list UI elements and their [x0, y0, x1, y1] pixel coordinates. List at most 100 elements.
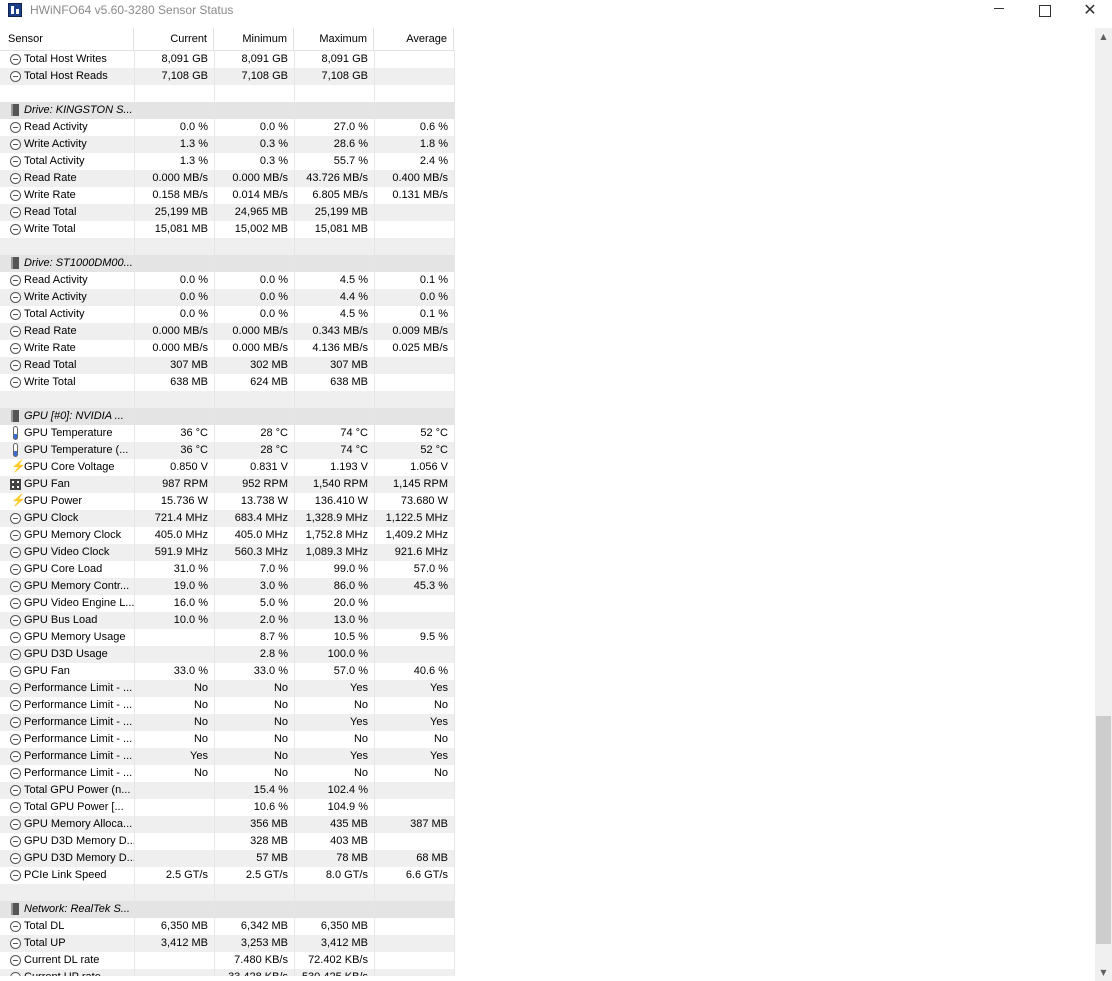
sensor-row[interactable]: GPU Temperature (... 36 °C 28 °C 74 °C 52 °C [0, 442, 455, 459]
sensor-name: Current DL rate [24, 954, 100, 966]
maximum-value: 1,328.9 MHz [305, 512, 368, 524]
sensor-name: Read Activity [24, 121, 88, 133]
column-header-maximum[interactable]: Maximum [294, 28, 374, 50]
column-divider [374, 51, 375, 976]
sensor-row[interactable]: Read Activity 0.0 % 0.0 % 27.0 % 0.6 % [0, 119, 455, 136]
column-divider [214, 51, 215, 976]
maximum-value: 74 °C [340, 444, 368, 456]
sensor-row[interactable]: Performance Limit - ... No No No No [0, 765, 455, 782]
sensor-row[interactable]: Write Total 638 MB 624 MB 638 MB [0, 374, 455, 391]
average-value: 52 °C [420, 444, 448, 456]
sensor-row[interactable]: GPU Memory Alloca... 356 MB 435 MB 387 MB [0, 816, 455, 833]
section-header-row[interactable]: Network: RealTek S... [0, 901, 455, 918]
scrollbar-thumb[interactable] [1096, 716, 1111, 944]
average-value: 57.0 % [413, 563, 448, 575]
minimize-button[interactable] [976, 0, 1022, 22]
average-value [374, 918, 454, 935]
sensor-row[interactable]: Read Total 25,199 MB 24,965 MB 25,199 MB [0, 204, 455, 221]
sensor-row[interactable]: GPU Video Clock 591.9 MHz 560.3 MHz 1,089.3… [0, 544, 455, 561]
minimum-value: 0.3 % [259, 138, 288, 150]
average-value: Yes [430, 750, 448, 762]
window-title: HWiNFO64 v5.60-3280 Sensor Status [30, 3, 234, 17]
sensor-name: GPU Core Voltage [24, 461, 115, 473]
sensor-row[interactable]: Total UP 3,412 MB 3,253 MB 3,412 MB [0, 935, 455, 952]
sensor-row[interactable]: Write Activity 1.3 % 0.3 % 28.6 % 1.8 % [0, 136, 455, 153]
sensor-row[interactable]: Write Rate 0.000 MB/s 0.000 MB/s 4.136 MB/s… [0, 340, 455, 357]
minimum-value: 356 MB [250, 818, 288, 830]
sensor-row[interactable]: GPU D3D Memory D... 328 MB 403 MB [0, 833, 455, 850]
maximize-button[interactable] [1022, 0, 1068, 22]
minimum-value: 15,002 MB [234, 223, 288, 235]
sensor-row[interactable]: PCIe Link Speed 2.5 GT/s 2.5 GT/s 8.0 GT/s 6… [0, 867, 455, 884]
sensor-row[interactable]: GPU Fan 33.0 % 33.0 % 57.0 % 40.6 % [0, 663, 455, 680]
sensor-row[interactable]: Total GPU Power (n... 15.4 % 102.4 % [0, 782, 455, 799]
sensor-row[interactable]: Read Rate 0.000 MB/s 0.000 MB/s 43.726 MB/s… [0, 170, 455, 187]
sensor-row[interactable]: Performance Limit - ... No No Yes Yes [0, 680, 455, 697]
minimum-value: 8,091 GB [241, 53, 288, 65]
sensor-row[interactable]: GPU Memory Contr... 19.0 % 3.0 % 86.0 % 45.3… [0, 578, 455, 595]
vertical-scrollbar[interactable]: ▲ ▼ [1095, 28, 1112, 981]
sensor-row[interactable]: GPU Bus Load 10.0 % 2.0 % 13.0 % [0, 612, 455, 629]
maximum-value: 99.0 % [333, 563, 368, 575]
average-value [374, 782, 454, 799]
sensor-row[interactable]: ⚡ GPU Power 15.736 W 13.738 W 136.410 W 73.68… [0, 493, 455, 510]
sensor-row[interactable]: Write Rate 0.158 MB/s 0.014 MB/s 6.805 MB/s… [0, 187, 455, 204]
sensor-row[interactable]: GPU Memory Clock 405.0 MHz 405.0 MHz 1,752.… [0, 527, 455, 544]
sensor-row[interactable]: GPU Core Load 31.0 % 7.0 % 99.0 % 57.0 % [0, 561, 455, 578]
sensor-row[interactable]: Performance Limit - ... Yes No Yes Yes [0, 748, 455, 765]
average-value [374, 646, 454, 663]
sensor-row[interactable]: GPU Clock 721.4 MHz 683.4 MHz 1,328.9 MHz 1,… [0, 510, 455, 527]
sensor-name: GPU Bus Load [24, 614, 98, 626]
sensor-name: PCIe Link Speed [24, 869, 107, 881]
sensor-row[interactable]: ⚡ GPU Core Voltage 0.850 V 0.831 V 1.193 V 1.… [0, 459, 455, 476]
sensor-row[interactable]: Total Host Reads 7,108 GB 7,108 GB 7,108 GB [0, 68, 455, 85]
column-header-current[interactable]: Current [134, 28, 214, 50]
sensor-row[interactable]: Performance Limit - ... No No No No [0, 697, 455, 714]
sensor-row[interactable]: Total GPU Power [... 10.6 % 104.9 % [0, 799, 455, 816]
section-header-row[interactable]: Drive: ST1000DM00... [0, 255, 455, 272]
scroll-down-arrow-icon[interactable]: ▼ [1095, 964, 1112, 981]
sensor-row[interactable]: GPU D3D Memory D... 57 MB 78 MB 68 MB [0, 850, 455, 867]
close-button[interactable]: ✕ [1067, 0, 1112, 22]
sensor-row[interactable]: Read Rate 0.000 MB/s 0.000 MB/s 0.343 MB/s 0… [0, 323, 455, 340]
sensor-row[interactable]: GPU D3D Usage 2.8 % 100.0 % [0, 646, 455, 663]
minimum-value: 8.7 % [259, 631, 288, 643]
sensor-row[interactable]: Write Activity 0.0 % 0.0 % 4.4 % 0.0 % [0, 289, 455, 306]
current-value: 1.3 % [179, 138, 208, 150]
maximum-value: No [353, 699, 368, 711]
sensor-row[interactable]: GPU Fan 987 RPM 952 RPM 1,540 RPM 1,145 RPM [0, 476, 455, 493]
sensor-row[interactable]: GPU Memory Usage 8.7 % 10.5 % 9.5 % [0, 629, 455, 646]
sensor-row[interactable]: Read Activity 0.0 % 0.0 % 4.5 % 0.1 % [0, 272, 455, 289]
minimum-value: 7.480 KB/s [234, 954, 288, 966]
sensor-row[interactable]: Total DL 6,350 MB 6,342 MB 6,350 MB [0, 918, 455, 935]
sensor-row[interactable]: Current UP rate 33.428 KB/s530.425 KB/s [0, 969, 455, 976]
section-header-row[interactable]: Drive: KINGSTON S... [0, 102, 455, 119]
hwinfo-app-icon [8, 3, 22, 17]
sensor-row[interactable]: Current DL rate 7.480 KB/s 72.402 KB/s [0, 952, 455, 969]
column-header-minimum[interactable]: Minimum [214, 28, 294, 50]
maximum-value: 307 MB [330, 359, 368, 371]
sensor-row[interactable]: Performance Limit - ... No No Yes Yes [0, 714, 455, 731]
sensor-row[interactable]: Total Activity 0.0 % 0.0 % 4.5 % 0.1 % [0, 306, 455, 323]
sensor-row[interactable]: Write Total 15,081 MB 15,002 MB 15,081 MB [0, 221, 455, 238]
section-header-row[interactable]: GPU [#0]: NVIDIA ... [0, 408, 455, 425]
sensor-row[interactable]: Total Host Writes 8,091 GB 8,091 GB 8,091 G… [0, 51, 455, 68]
title-bar: HWiNFO64 v5.60-3280 Sensor Status ✕ [0, 0, 1112, 22]
current-value: 8,091 GB [161, 53, 208, 65]
average-value: No [433, 733, 448, 745]
maximum-value: 86.0 % [333, 580, 368, 592]
minimum-value: 0.000 MB/s [232, 342, 288, 354]
current-value [134, 850, 214, 867]
column-header-sensor[interactable]: Sensor [0, 28, 134, 50]
sensor-name: GPU D3D Memory D... [24, 852, 134, 864]
minimum-value: 0.000 MB/s [232, 172, 288, 184]
spacer-row [0, 238, 455, 255]
sensor-row[interactable]: GPU Video Engine L... 16.0 % 5.0 % 20.0 % [0, 595, 455, 612]
sensor-row[interactable]: Total Activity 1.3 % 0.3 % 55.7 % 2.4 % [0, 153, 455, 170]
scroll-up-arrow-icon[interactable]: ▲ [1095, 28, 1112, 45]
current-value: 0.000 MB/s [152, 342, 208, 354]
column-header-average[interactable]: Average [374, 28, 454, 50]
sensor-row[interactable]: Read Total 307 MB 302 MB 307 MB [0, 357, 455, 374]
sensor-row[interactable]: Performance Limit - ... No No No No [0, 731, 455, 748]
sensor-row[interactable]: GPU Temperature 36 °C 28 °C 74 °C 52 °C [0, 425, 455, 442]
